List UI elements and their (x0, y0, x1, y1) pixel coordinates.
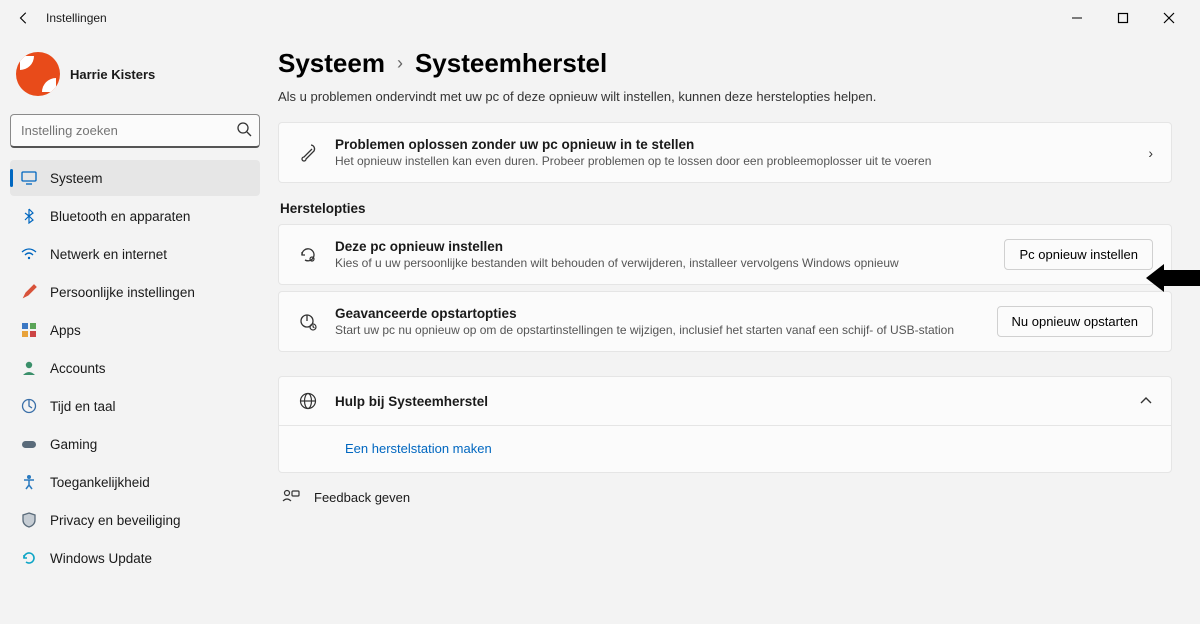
brush-icon (20, 284, 38, 300)
card-title: Deze pc opnieuw instellen (335, 239, 988, 254)
chevron-right-icon: › (397, 53, 403, 74)
reset-icon (297, 245, 319, 265)
sidebar: Harrie Kisters Systeem Bluetooth en appa… (0, 36, 270, 624)
power-settings-icon (297, 312, 319, 332)
accessibility-icon (20, 474, 38, 490)
gaming-icon (20, 437, 38, 451)
update-icon (20, 550, 38, 566)
help-header[interactable]: Hulp bij Systeemherstel (279, 377, 1171, 425)
nav-label: Bluetooth en apparaten (50, 209, 190, 224)
section-herstelopties: Herstelopties (280, 201, 1172, 216)
sidebar-item-tijd[interactable]: Tijd en taal (10, 388, 260, 424)
chevron-right-icon: › (1148, 145, 1153, 161)
card-title: Problemen oplossen zonder uw pc opnieuw … (335, 137, 1132, 152)
advanced-startup-card: Geavanceerde opstartopties Start uw pc n… (278, 291, 1172, 352)
sidebar-item-systeem[interactable]: Systeem (10, 160, 260, 196)
nav-label: Systeem (50, 171, 103, 186)
search-icon (236, 121, 252, 137)
sidebar-item-accounts[interactable]: Accounts (10, 350, 260, 386)
feedback-icon (282, 489, 300, 505)
breadcrumb: Systeem › Systeemherstel (278, 48, 1172, 79)
title-bar: Instellingen (0, 0, 1200, 36)
avatar (16, 52, 60, 96)
nav-label: Persoonlijke instellingen (50, 285, 195, 300)
reset-pc-card: Deze pc opnieuw instellen Kies of u uw p… (278, 224, 1172, 285)
profile-block[interactable]: Harrie Kisters (10, 44, 260, 110)
help-content: Een herstelstation maken (279, 425, 1171, 472)
main-content: Systeem › Systeemherstel Als u problemen… (270, 36, 1200, 624)
sidebar-item-gaming[interactable]: Gaming (10, 426, 260, 462)
sidebar-item-privacy[interactable]: Privacy en beveiliging (10, 502, 260, 538)
feedback-row[interactable]: Feedback geven (278, 479, 1172, 515)
profile-name: Harrie Kisters (70, 67, 155, 82)
breadcrumb-root[interactable]: Systeem (278, 48, 385, 79)
minimize-button[interactable] (1054, 2, 1100, 34)
help-title: Hulp bij Systeemherstel (335, 394, 1123, 409)
card-desc: Start uw pc nu opnieuw op om de opstarti… (335, 323, 981, 337)
back-button[interactable] (8, 2, 40, 34)
person-icon (20, 360, 38, 376)
help-link-herstelstation[interactable]: Een herstelstation maken (345, 441, 492, 456)
troubleshoot-card[interactable]: Problemen oplossen zonder uw pc opnieuw … (278, 122, 1172, 183)
shield-icon (20, 512, 38, 528)
close-button[interactable] (1146, 2, 1192, 34)
globe-icon (297, 391, 319, 411)
reset-pc-button[interactable]: Pc opnieuw instellen (1004, 239, 1153, 270)
restart-now-button[interactable]: Nu opnieuw opstarten (997, 306, 1153, 337)
help-expander: Hulp bij Systeemherstel Een herstelstati… (278, 376, 1172, 473)
page-subtitle: Als u problemen ondervindt met uw pc of … (278, 89, 1172, 104)
nav-label: Tijd en taal (50, 399, 116, 414)
card-desc: Kies of u uw persoonlijke bestanden wilt… (335, 256, 988, 270)
nav-label: Gaming (50, 437, 97, 452)
breadcrumb-page: Systeemherstel (415, 48, 607, 79)
nav: Systeem Bluetooth en apparaten Netwerk e… (10, 160, 260, 576)
wifi-icon (20, 247, 38, 261)
nav-label: Apps (50, 323, 81, 338)
apps-icon (20, 323, 38, 337)
card-desc: Het opnieuw instellen kan even duren. Pr… (335, 154, 1132, 168)
sidebar-item-bluetooth[interactable]: Bluetooth en apparaten (10, 198, 260, 234)
wrench-icon (297, 143, 319, 163)
nav-label: Accounts (50, 361, 106, 376)
sidebar-item-persoonlijk[interactable]: Persoonlijke instellingen (10, 274, 260, 310)
sidebar-item-update[interactable]: Windows Update (10, 540, 260, 576)
nav-label: Privacy en beveiliging (50, 513, 181, 528)
app-title: Instellingen (46, 11, 107, 25)
sidebar-item-netwerk[interactable]: Netwerk en internet (10, 236, 260, 272)
nav-label: Toegankelijkheid (50, 475, 150, 490)
card-title: Geavanceerde opstartopties (335, 306, 981, 321)
sidebar-item-apps[interactable]: Apps (10, 312, 260, 348)
feedback-label: Feedback geven (314, 490, 410, 505)
search-input[interactable] (10, 114, 260, 148)
nav-label: Windows Update (50, 551, 152, 566)
bluetooth-icon (20, 208, 38, 224)
chevron-up-icon (1139, 396, 1153, 406)
annotation-arrow (1146, 264, 1200, 292)
search-box (10, 114, 260, 148)
clock-globe-icon (20, 398, 38, 414)
display-icon (20, 170, 38, 186)
nav-label: Netwerk en internet (50, 247, 167, 262)
sidebar-item-toegankelijk[interactable]: Toegankelijkheid (10, 464, 260, 500)
maximize-button[interactable] (1100, 2, 1146, 34)
